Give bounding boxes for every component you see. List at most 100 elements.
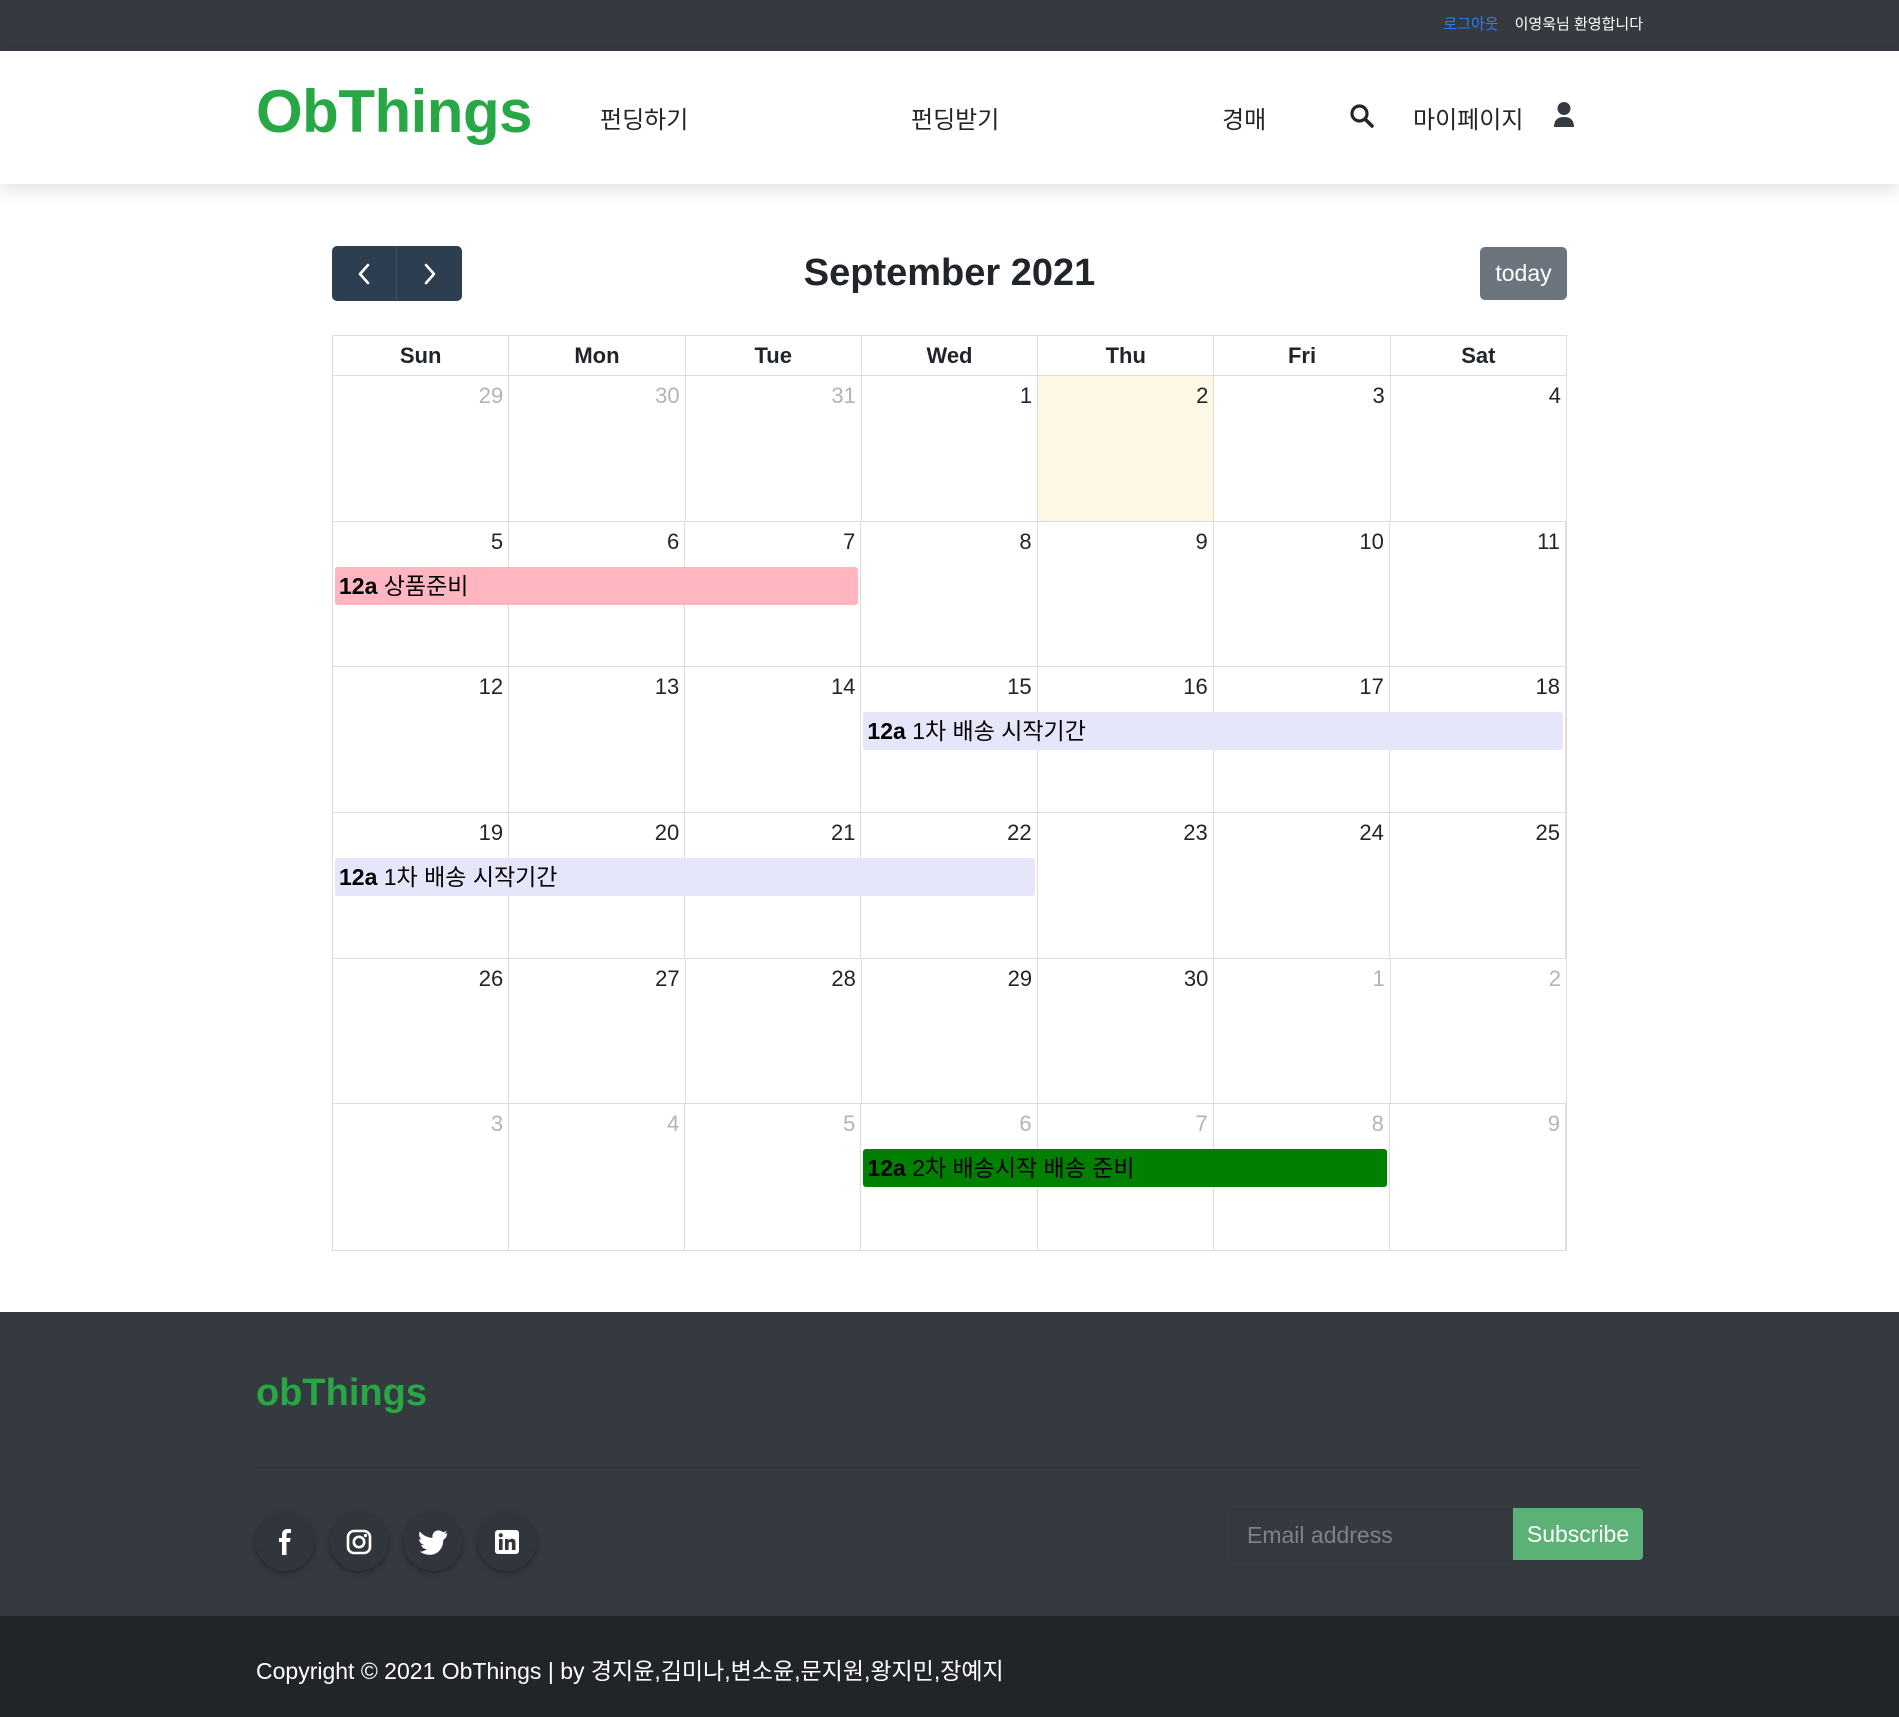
calendar-day-cell[interactable]: 29 [862,958,1039,1104]
calendar-day-cell[interactable]: 2 [1391,959,1566,1104]
day-number[interactable]: 29 [479,383,503,409]
day-number[interactable]: 22 [1007,820,1031,846]
calendar-event[interactable]: 12a 1차 배송 시작기간 [863,712,1563,751]
day-number[interactable]: 10 [1359,529,1383,555]
calendar-day-cell[interactable]: 11 [1390,521,1566,667]
event-time: 12a [867,1155,906,1182]
brand-logo[interactable]: ObThings [256,77,532,146]
day-number[interactable]: 24 [1359,820,1383,846]
day-number[interactable]: 3 [491,1111,503,1137]
day-number[interactable]: 1 [1372,966,1384,992]
nav-mypage[interactable]: 마이페이지 [1413,100,1523,135]
calendar-day-cell[interactable]: 28 [686,958,862,1104]
calendar-day-cell[interactable]: 27 [509,958,686,1104]
day-number[interactable]: 4 [1549,383,1561,409]
calendar-day-cell[interactable]: 30 [1038,958,1215,1104]
calendar-day-cell[interactable]: 4 [1391,376,1566,521]
day-number[interactable]: 7 [1195,1111,1207,1137]
day-number[interactable]: 9 [1195,529,1207,555]
day-number[interactable]: 30 [1184,966,1208,992]
calendar-day-cell[interactable]: 30 [509,376,686,521]
footer-brand[interactable]: obThings [256,1372,427,1415]
calendar-day-cell[interactable]: 13 [509,667,686,813]
day-number[interactable]: 1 [1020,383,1032,409]
day-number[interactable]: 3 [1372,383,1384,409]
calendar-day-cell[interactable]: 9 [1038,521,1214,667]
user-icon[interactable] [1553,101,1575,129]
calendar-day-cell[interactable]: 5 [685,1104,862,1251]
day-number[interactable]: 7 [843,529,855,555]
day-number[interactable]: 17 [1359,674,1383,700]
day-number[interactable]: 2 [1549,966,1561,992]
day-number[interactable]: 20 [655,820,679,846]
calendar-day-cell[interactable]: 1 [1214,958,1391,1104]
nav-auction[interactable]: 경매 [1222,100,1266,135]
calendar-week-row: 5 6 7 8 9 10 11 12a 상품준비 [333,521,1566,668]
calendar-day-cell[interactable]: 8 [861,521,1038,667]
day-number[interactable]: 14 [831,674,855,700]
calendar-day-cell-today[interactable]: 2 [1038,376,1215,521]
calendar-day-cell[interactable]: 24 [1214,813,1390,958]
day-number[interactable]: 6 [667,529,679,555]
day-number[interactable]: 12 [479,674,503,700]
calendar-day-cell[interactable]: 25 [1390,813,1566,958]
day-number[interactable]: 16 [1183,674,1207,700]
twitter-icon[interactable] [404,1513,462,1571]
next-month-button[interactable] [397,246,462,301]
calendar-day-cell[interactable]: 26 [333,958,510,1104]
calendar-day-cell[interactable]: 23 [1038,813,1214,958]
day-number[interactable]: 11 [1537,529,1560,555]
day-number[interactable]: 18 [1536,674,1560,700]
search-icon[interactable] [1349,103,1375,129]
day-number[interactable]: 6 [1019,1111,1031,1137]
nav-funding[interactable]: 펀딩하기 [600,100,688,135]
day-number[interactable]: 26 [479,966,503,992]
day-number[interactable]: 15 [1007,674,1031,700]
logout-link[interactable]: 로그아웃 [1443,13,1498,34]
subscribe-button[interactable]: Subscribe [1513,1508,1643,1560]
event-time: 12a [867,718,906,745]
day-number[interactable]: 4 [667,1111,679,1137]
calendar-day-cell[interactable]: 4 [509,1104,686,1251]
calendar-event[interactable]: 12a 1차 배송 시작기간 [335,858,1035,897]
day-number[interactable]: 5 [843,1111,855,1137]
calendar-day-cell[interactable]: 31 [686,376,862,521]
day-number[interactable]: 2 [1196,383,1208,409]
day-number[interactable]: 30 [655,383,679,409]
day-number[interactable]: 31 [831,383,855,409]
calendar-day-cell[interactable]: 3 [1214,376,1391,521]
nav-receive-funding[interactable]: 펀딩받기 [911,100,999,135]
calendar-day-cell[interactable]: 29 [333,376,510,521]
calendar-event[interactable]: 12a 상품준비 [335,566,859,605]
calendar-toolbar: September 2021 today [332,246,1567,302]
weekday-header-row: Sun Mon Tue Wed Thu Fri Sat [333,336,1566,376]
day-number[interactable]: 23 [1183,820,1207,846]
calendar-week-row: 3 4 5 6 7 8 9 12a 2차 배송시작 배송 준비 [333,1104,1566,1251]
calendar-event[interactable]: 12a 2차 배송시작 배송 준비 [863,1149,1387,1188]
calendar-day-cell[interactable]: 9 [1390,1104,1566,1251]
calendar-day-cell[interactable]: 10 [1214,521,1390,667]
day-number[interactable]: 19 [479,820,503,846]
day-number[interactable]: 13 [655,674,679,700]
calendar-day-cell[interactable]: 14 [685,667,862,813]
linkedin-icon[interactable] [478,1513,536,1571]
today-button[interactable]: today [1480,247,1567,300]
calendar-day-cell[interactable]: 1 [862,376,1039,521]
day-number[interactable]: 8 [1019,529,1031,555]
day-number[interactable]: 27 [655,966,679,992]
day-number[interactable]: 8 [1372,1111,1384,1137]
email-input[interactable] [1230,1509,1514,1561]
day-number[interactable]: 21 [831,820,855,846]
day-number[interactable]: 25 [1536,820,1560,846]
weekday-header: Sun [333,336,510,375]
calendar-day-cell[interactable]: 3 [333,1104,510,1251]
day-number[interactable]: 5 [491,529,503,555]
calendar-day-cell[interactable]: 12 [333,667,510,813]
day-number[interactable]: 9 [1548,1111,1560,1137]
day-number[interactable]: 29 [1008,966,1032,992]
instagram-icon[interactable] [330,1513,388,1571]
day-number[interactable]: 28 [831,966,855,992]
welcome-text: 이영욱님 환영합니다 [1514,16,1643,33]
prev-month-button[interactable] [332,246,397,301]
facebook-icon[interactable] [256,1513,314,1571]
